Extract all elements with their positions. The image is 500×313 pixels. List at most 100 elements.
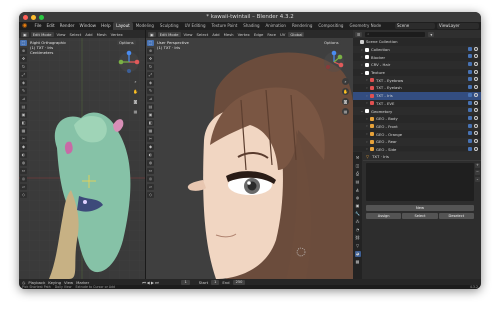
- physics-props-icon[interactable]: ◔: [355, 227, 361, 233]
- outliner-row[interactable]: › Collection: [353, 45, 481, 54]
- slot-menu-icon[interactable]: ⌄: [475, 177, 480, 182]
- expand-arrow-icon[interactable]: ›: [360, 55, 364, 59]
- left-menu-view[interactable]: View: [56, 32, 67, 37]
- shrink-tool-icon[interactable]: ◎: [20, 176, 27, 182]
- assign-button[interactable]: Assign: [366, 213, 402, 219]
- keying-menu[interactable]: Keying: [48, 280, 61, 285]
- include-checkbox[interactable]: [468, 46, 472, 51]
- menu-render[interactable]: Render: [57, 22, 77, 30]
- include-checkbox[interactable]: [468, 131, 472, 136]
- knife-tool-icon[interactable]: ✂: [20, 136, 27, 142]
- include-checkbox[interactable]: [468, 100, 472, 105]
- add-slot-icon[interactable]: +: [475, 163, 480, 168]
- tab-sculpting[interactable]: Sculpting: [157, 22, 182, 30]
- visibility-eye-icon[interactable]: [474, 69, 478, 74]
- output-props-icon[interactable]: ⎙: [355, 171, 361, 177]
- mid-scale-tool-icon[interactable]: ⤢: [147, 72, 154, 78]
- mid-editor-type-icon[interactable]: ▣: [148, 31, 156, 37]
- outliner-row[interactable]: Scene Collection: [353, 38, 481, 46]
- transform-orientation-dropdown[interactable]: Global: [288, 31, 305, 37]
- mid-menu-view[interactable]: View: [183, 32, 194, 37]
- include-checkbox[interactable]: [468, 115, 472, 120]
- zoom-window-button[interactable]: [39, 14, 44, 20]
- outliner-editor-icon[interactable]: ☰: [355, 31, 363, 37]
- outliner-search-input[interactable]: ⌕: [365, 31, 426, 37]
- left-menu-mesh[interactable]: Mesh: [96, 32, 108, 37]
- filter-icon[interactable]: ▾: [428, 31, 435, 37]
- visibility-eye-icon[interactable]: [474, 108, 478, 113]
- annotate-tool-icon[interactable]: ✎: [20, 88, 27, 94]
- particles-props-icon[interactable]: ⁂: [355, 219, 361, 225]
- grid-view-icon[interactable]: ▦: [132, 108, 139, 115]
- editor-type-icon[interactable]: ▣: [21, 31, 29, 37]
- visibility-eye-icon[interactable]: [474, 92, 478, 97]
- outliner-row[interactable]: › GEO - Orange: [353, 130, 481, 138]
- outliner-row[interactable]: › CRV - Hair: [353, 61, 481, 69]
- mid-menu-vertex[interactable]: Vertex: [237, 32, 251, 37]
- mid-select-tool-icon[interactable]: ⬚: [147, 40, 154, 46]
- object-props-icon[interactable]: ▣: [355, 203, 361, 209]
- tab-shading[interactable]: Shading: [240, 22, 262, 30]
- timeline-editor-icon[interactable]: ◷: [22, 280, 25, 285]
- mid-pan-hand-icon[interactable]: ✋: [342, 88, 349, 95]
- scene-selector[interactable]: Scene: [395, 23, 435, 29]
- mid-menu-uv[interactable]: UV: [279, 32, 286, 37]
- left-menu-select[interactable]: Select: [69, 32, 83, 37]
- tool-props-icon[interactable]: ⚒: [355, 155, 361, 161]
- mid-move-tool-icon[interactable]: ✥: [147, 56, 154, 62]
- include-checkbox[interactable]: [468, 85, 472, 90]
- left-options-dropdown[interactable]: Options: [117, 40, 136, 45]
- playback-menu[interactable]: Playback: [28, 280, 45, 285]
- mode-dropdown[interactable]: Edit Mode: [30, 31, 54, 37]
- visibility-eye-icon[interactable]: [474, 115, 478, 120]
- tab-texture-paint[interactable]: Texture Paint: [208, 22, 240, 30]
- zoom-icon[interactable]: ⌕: [132, 78, 139, 85]
- expand-arrow-icon[interactable]: ›: [365, 147, 369, 151]
- include-checkbox[interactable]: [468, 69, 472, 74]
- tab-modeling[interactable]: Modeling: [133, 22, 157, 30]
- scale-tool-icon[interactable]: ⤢: [20, 72, 27, 78]
- expand-arrow-icon[interactable]: ⌄: [360, 109, 364, 113]
- mid-menu-add[interactable]: Add: [211, 32, 220, 37]
- expand-arrow-icon[interactable]: ›: [365, 78, 369, 82]
- mid-extrude-tool-icon[interactable]: ▤: [147, 104, 154, 110]
- left-menu-vertex[interactable]: Vertex: [110, 32, 124, 37]
- mid-menu-face[interactable]: Face: [266, 32, 277, 37]
- left-navigation-gizmo-icon[interactable]: [117, 50, 141, 74]
- mid-rotate-tool-icon[interactable]: ↻: [147, 64, 154, 70]
- visibility-eye-icon[interactable]: [474, 100, 478, 105]
- mid-loop-cut-tool-icon[interactable]: ▦: [147, 128, 154, 134]
- include-checkbox[interactable]: [468, 146, 472, 151]
- visibility-eye-icon[interactable]: [474, 146, 478, 151]
- rip-tool-icon[interactable]: ◇: [20, 192, 27, 198]
- mid-shrink-tool-icon[interactable]: ◎: [147, 176, 154, 182]
- expand-arrow-icon[interactable]: ›: [365, 101, 369, 105]
- mid-menu-select[interactable]: Select: [196, 32, 210, 37]
- mid-shear-tool-icon[interactable]: ▱: [147, 184, 154, 190]
- texture-props-icon[interactable]: ▩: [355, 259, 361, 265]
- mid-transform-tool-icon[interactable]: ◈: [147, 80, 154, 86]
- outliner-row[interactable]: › Blocker: [353, 53, 481, 61]
- world-props-icon[interactable]: ◍: [355, 195, 361, 201]
- view-layer-selector[interactable]: ViewLayer: [437, 23, 479, 29]
- constraints-props-icon[interactable]: ⛓: [355, 235, 361, 241]
- outliner-row[interactable]: › TXT - Eyebrow: [353, 76, 481, 85]
- mid-zoom-icon[interactable]: ⌕: [342, 78, 349, 85]
- blender-logo-icon[interactable]: ◉: [22, 23, 29, 29]
- outliner-row[interactable]: ⌄ Texture: [353, 69, 481, 77]
- rotate-tool-icon[interactable]: ↻: [20, 64, 27, 70]
- mid-edge-slide-tool-icon[interactable]: ⇔: [147, 168, 154, 174]
- menu-file[interactable]: File: [32, 22, 44, 30]
- mid-rip-tool-icon[interactable]: ◇: [147, 192, 154, 198]
- mid-menu-edge[interactable]: Edge: [253, 32, 265, 37]
- mid-annotate-tool-icon[interactable]: ✎: [147, 88, 154, 94]
- visibility-eye-icon[interactable]: [474, 85, 478, 90]
- material-slot-list[interactable]: [366, 163, 474, 201]
- mid-camera-icon[interactable]: ◙: [342, 98, 349, 105]
- tab-layout[interactable]: Layout: [113, 22, 133, 30]
- expand-arrow-icon[interactable]: ›: [365, 94, 369, 98]
- render-props-icon[interactable]: ◫: [355, 163, 361, 169]
- tab-geometry-nodes[interactable]: Geometry Node: [346, 22, 384, 30]
- outliner-row[interactable]: ⌄ Geometory: [353, 107, 481, 115]
- mid-measure-tool-icon[interactable]: ⊿: [147, 96, 154, 102]
